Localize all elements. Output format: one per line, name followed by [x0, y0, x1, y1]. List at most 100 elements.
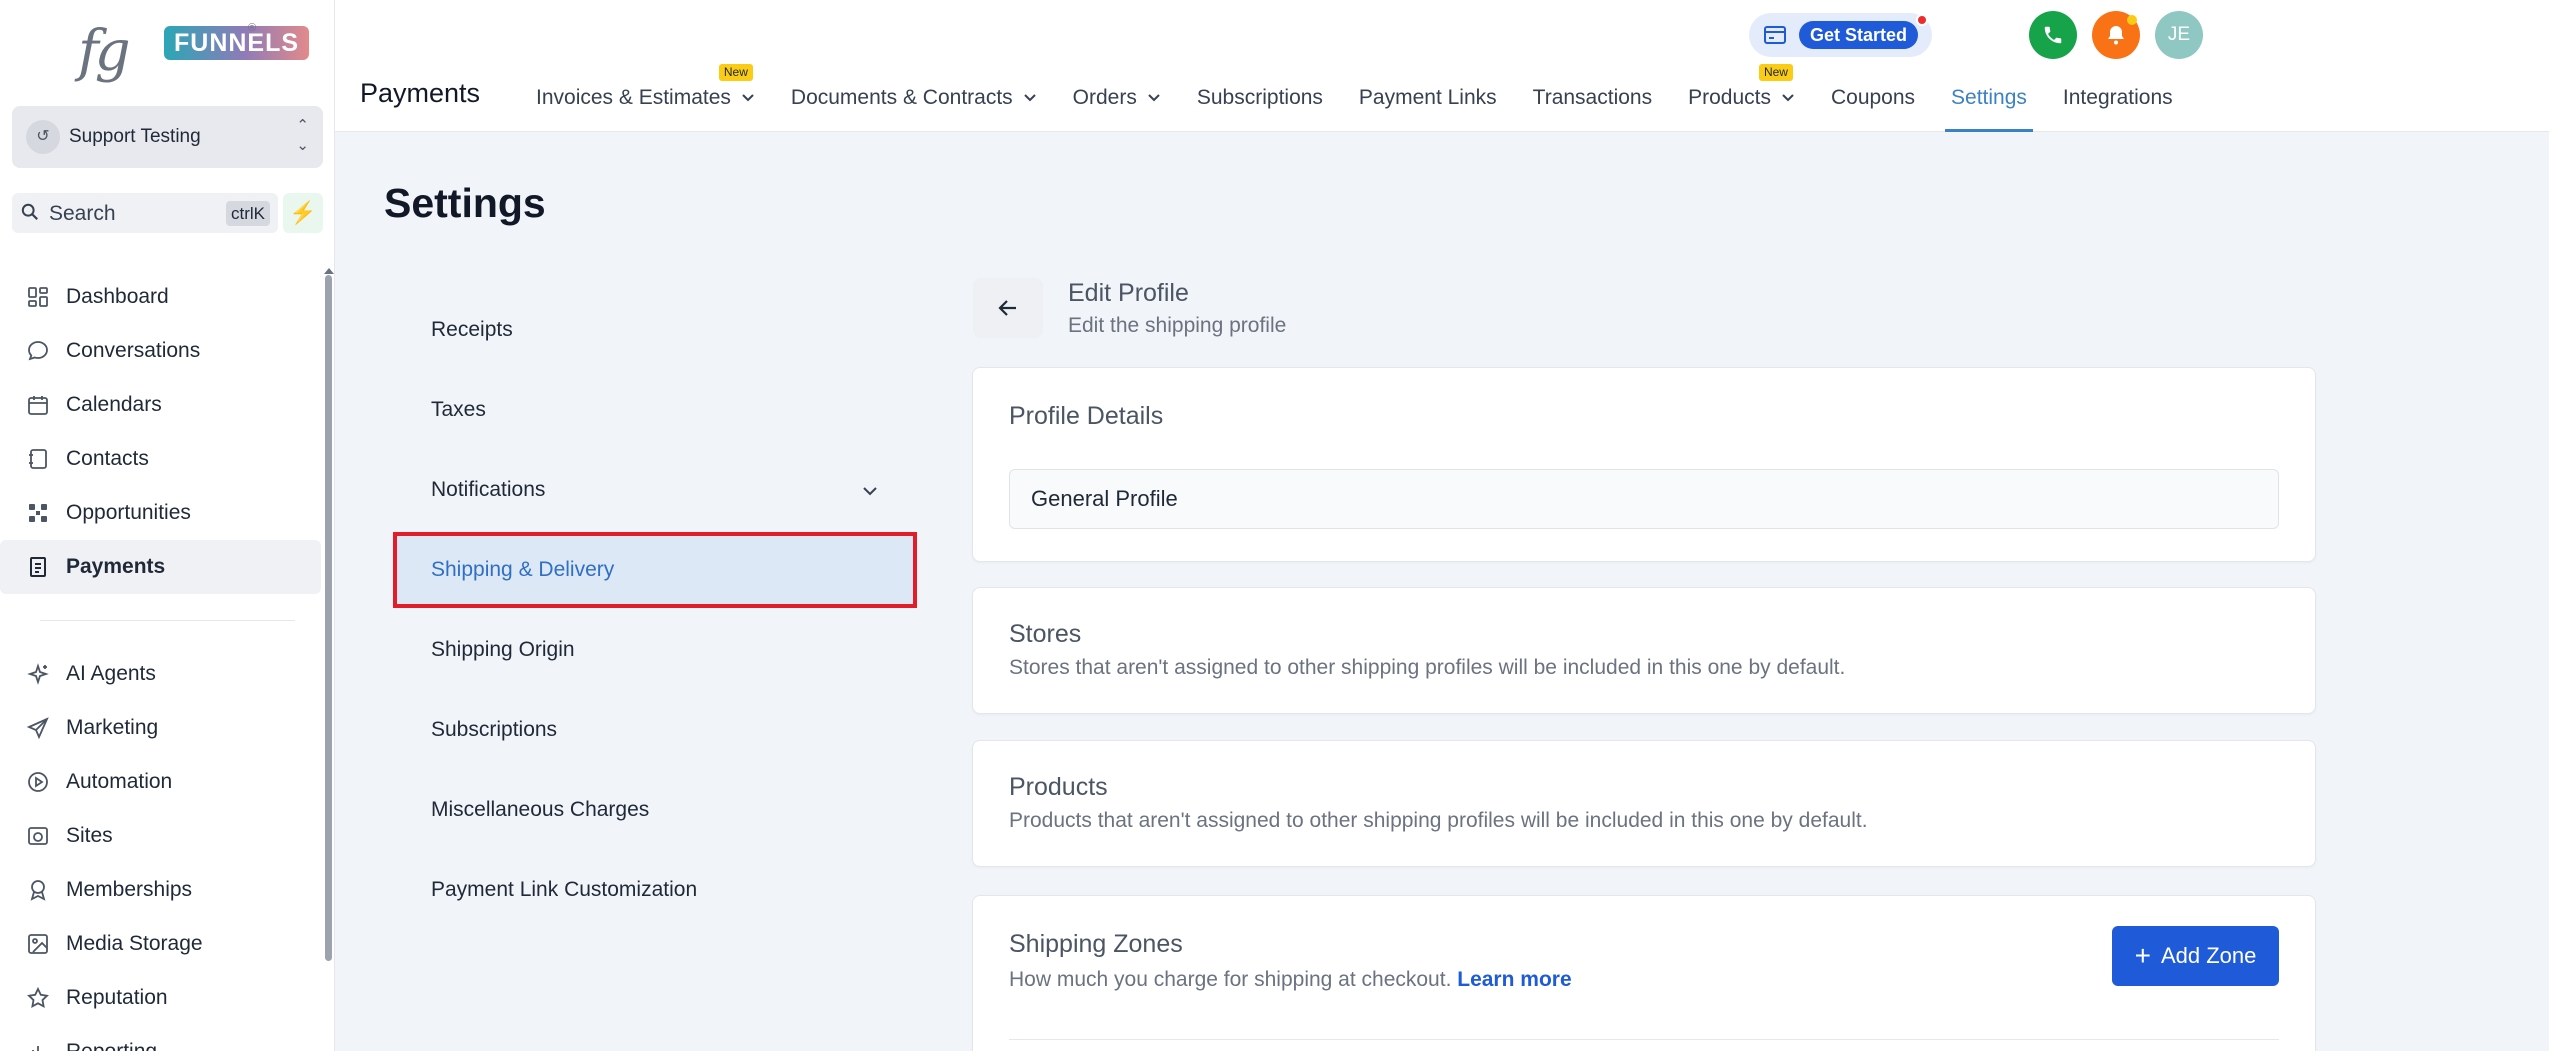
sidebar-item-payments[interactable]: Payments — [0, 540, 321, 594]
tab-documents-contracts[interactable]: Documents & Contracts — [773, 64, 1055, 132]
image-icon — [24, 930, 52, 958]
chevron-down-icon — [863, 487, 877, 496]
send-icon — [24, 714, 52, 742]
search-box[interactable]: Search ctrlK — [12, 193, 278, 233]
products-title: Products — [1009, 773, 1108, 801]
stores-card[interactable]: Stores Stores that aren't assigned to ot… — [972, 587, 2316, 714]
tab-subscriptions[interactable]: Subscriptions — [1179, 64, 1341, 132]
shipping-zones-desc-text: How much you charge for shipping at chec… — [1009, 968, 1452, 991]
user-avatar[interactable]: JE — [2155, 11, 2203, 59]
chevron-down-icon — [1023, 94, 1036, 102]
settings-item-miscellaneous-charges[interactable]: Miscellaneous Charges — [395, 770, 915, 850]
sidebar-item-label: Payments — [66, 555, 166, 578]
new-badge: New — [718, 64, 753, 81]
sidebar-item-memberships[interactable]: Memberships — [0, 863, 321, 917]
sidebar-scrollbar[interactable] — [325, 275, 332, 961]
arrow-left-icon — [998, 300, 1016, 316]
dashboard-icon — [24, 283, 52, 311]
tab-label: Coupons — [1830, 86, 1916, 109]
tab-integrations[interactable]: Integrations — [2045, 64, 2191, 132]
profile-details-card: Profile Details General Profile — [972, 367, 2316, 562]
sidebar-item-label: AI Agents — [66, 662, 156, 685]
search-label: Search — [49, 202, 116, 225]
chevron-down-icon — [1782, 94, 1794, 102]
tab-transactions[interactable]: Transactions — [1515, 64, 1670, 132]
chevron-down-icon — [1148, 94, 1160, 102]
phone-button[interactable] — [2029, 11, 2077, 59]
sidebar-item-sites[interactable]: Sites — [0, 809, 321, 863]
shipping-zones-title: Shipping Zones — [1009, 930, 1183, 958]
calendar-icon — [24, 391, 52, 419]
settings-item-payment-link-customization[interactable]: Payment Link Customization — [395, 850, 915, 930]
sidebar-item-ai-agents[interactable]: AI Agents — [0, 647, 321, 701]
back-button[interactable] — [973, 278, 1043, 338]
learn-more-link[interactable]: Learn more — [1457, 968, 1571, 991]
tab-coupons[interactable]: Coupons — [1813, 64, 1933, 132]
sidebar-item-contacts[interactable]: Contacts — [0, 432, 321, 486]
sidebar-item-label: Memberships — [66, 878, 193, 901]
sidebar-item-reputation[interactable]: Reputation — [0, 971, 321, 1025]
notifications-button[interactable] — [2092, 11, 2140, 59]
logo-fg-mark: fg — [78, 19, 131, 84]
scroll-up-arrow-icon[interactable] — [324, 268, 334, 274]
sidebar-item-label: Reputation — [66, 986, 168, 1009]
automation-icon — [24, 768, 52, 796]
module-tabs: Invoices & Estimates New Documents & Con… — [518, 64, 2191, 132]
sidebar-item-marketing[interactable]: Marketing — [0, 701, 321, 755]
settings-item-taxes[interactable]: Taxes — [395, 370, 915, 450]
plus-icon: + — [2134, 940, 2151, 971]
sparkle-icon — [24, 660, 52, 688]
settings-item-shipping-origin[interactable]: Shipping Origin — [395, 610, 915, 690]
sidebar-item-dashboard[interactable]: Dashboard — [0, 270, 321, 324]
tab-label: Transactions — [1532, 86, 1653, 109]
shipping-zones-card: Shipping Zones How much you charge for s… — [972, 895, 2316, 1051]
sidebar-item-label: Contacts — [66, 447, 149, 470]
contacts-book-icon — [24, 445, 52, 473]
tab-label: Products — [1688, 86, 1771, 109]
settings-item-receipts[interactable]: Receipts — [395, 290, 915, 370]
tab-label: Documents & Contracts — [790, 86, 1013, 109]
tab-orders[interactable]: Orders — [1055, 64, 1179, 132]
quick-action-bolt-icon[interactable]: ⚡ — [283, 193, 323, 233]
products-card[interactable]: Products Products that aren't assigned t… — [972, 740, 2316, 867]
sidebar-item-calendars[interactable]: Calendars — [0, 378, 321, 432]
sidebar-item-reporting[interactable]: Reporting — [0, 1025, 321, 1051]
account-avatar: ↺ — [26, 120, 60, 154]
settings-item-shipping-delivery[interactable]: Shipping & Delivery — [393, 532, 917, 608]
page-title: Settings — [384, 180, 546, 226]
opportunities-icon — [24, 499, 52, 527]
new-badge: New — [1758, 64, 1793, 81]
tab-invoices-estimates[interactable]: Invoices & Estimates New — [518, 64, 773, 132]
chevron-down-icon — [742, 94, 754, 102]
badge-icon — [24, 876, 52, 904]
sidebar-item-label: Media Storage — [66, 932, 203, 955]
edit-profile-subtitle: Edit the shipping profile — [1068, 314, 1287, 337]
edit-profile-title: Edit Profile — [1068, 279, 1189, 307]
module-title: Payments — [360, 78, 481, 108]
tab-products[interactable]: Products New — [1670, 64, 1813, 132]
sidebar-item-conversations[interactable]: Conversations — [0, 324, 321, 378]
tab-label: Settings — [1951, 86, 2027, 109]
sidebar-item-opportunities[interactable]: Opportunities — [0, 486, 321, 540]
sidebar-item-label: Automation — [66, 770, 173, 793]
sidebar-item-automation[interactable]: Automation — [0, 755, 321, 809]
chart-icon — [24, 1038, 52, 1051]
tab-label: Integrations — [2062, 86, 2173, 109]
account-switcher[interactable]: ↺ Support Testing ⌃ ⌄ — [12, 106, 323, 168]
tab-payment-links[interactable]: Payment Links — [1341, 64, 1515, 132]
add-zone-button[interactable]: + Add Zone — [2112, 926, 2279, 986]
get-started-pill[interactable]: Get Started — [1749, 13, 1932, 57]
settings-item-subscriptions[interactable]: Subscriptions — [395, 690, 915, 770]
card-divider — [1009, 1039, 2279, 1040]
tab-label: Subscriptions — [1196, 86, 1323, 109]
profile-name-input[interactable]: General Profile — [1009, 469, 2279, 529]
tab-settings[interactable]: Settings — [1933, 64, 2045, 132]
stores-title: Stores — [1009, 620, 1082, 648]
tab-label: Orders — [1072, 86, 1137, 109]
sidebar: fg FUNNELS ® ↺ Support Testing ⌃ ⌄ Search… — [0, 0, 335, 1051]
brand-logo[interactable]: fg FUNNELS ® — [78, 19, 310, 84]
sidebar-item-label: Calendars — [66, 393, 162, 416]
settings-item-notifications[interactable]: Notifications — [395, 450, 915, 530]
sidebar-item-media-storage[interactable]: Media Storage — [0, 917, 321, 971]
get-started-button[interactable]: Get Started — [1799, 21, 1919, 49]
